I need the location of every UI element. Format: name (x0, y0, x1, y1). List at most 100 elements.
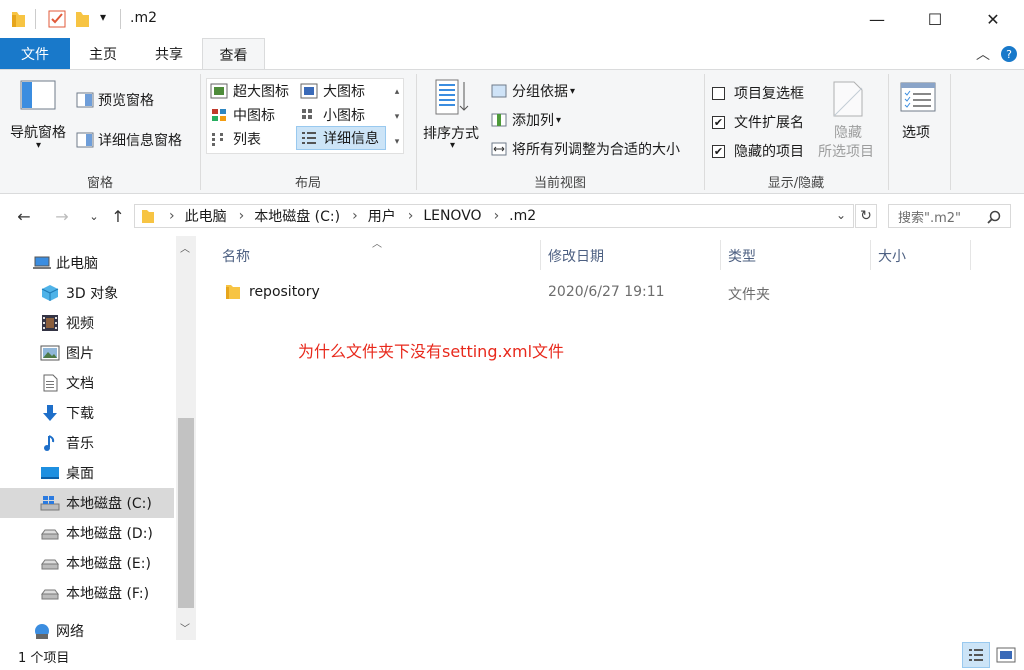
desktop-icon (41, 467, 59, 479)
group-by-button[interactable]: 分组依据 ▾ (490, 81, 575, 101)
layout-item-label: 大图标 (323, 84, 365, 100)
properties-icon[interactable] (48, 10, 66, 28)
file-name[interactable]: repository (249, 284, 320, 300)
breadcrumb-m2[interactable]: .m2 (509, 208, 536, 224)
recent-locations-chevron-icon[interactable]: ⌄ (82, 204, 106, 228)
column-header-modified[interactable]: 修改日期 (548, 246, 604, 266)
layout-item-label: 中图标 (233, 108, 275, 124)
group-separator (888, 74, 889, 190)
column-header-type[interactable]: 类型 (728, 246, 756, 266)
window-title: .m2 (130, 10, 157, 26)
up-button[interactable]: ↑ (106, 204, 130, 228)
sidebar-item-drive-f[interactable]: 本地磁盘 (F:) (0, 578, 176, 608)
column-header-name[interactable]: 名称 (222, 246, 250, 266)
options-label: 选项 (902, 125, 930, 141)
add-columns-button[interactable]: 添加列 ▾ (490, 110, 561, 130)
navigation-pane-button[interactable]: 导航窗格 ▾ (6, 80, 68, 160)
search-box[interactable]: 搜索".m2" (888, 204, 1011, 228)
details-view-button[interactable] (962, 642, 990, 668)
column-header-size[interactable]: 大小 (878, 246, 906, 266)
preview-pane-button[interactable]: 预览窗格 (76, 90, 154, 110)
hidden-items-checkbox[interactable]: ✔ (712, 144, 725, 158)
cube-icon (41, 285, 59, 301)
tab-share[interactable]: 共享 (136, 38, 202, 69)
medium-icons-icon (212, 109, 226, 121)
qat-dropdown-icon[interactable]: ▾ (100, 10, 106, 24)
group-by-icon (491, 84, 507, 98)
picture-icon (40, 345, 60, 361)
file-extensions-checkbox[interactable]: ✔ (712, 115, 725, 129)
options-button[interactable]: 选项 (894, 80, 942, 160)
sidebar-item-label: 文档 (66, 376, 94, 392)
file-extensions-toggle[interactable]: ✔ 文件扩展名 (712, 112, 804, 132)
breadcrumb-drive-c[interactable]: 本地磁盘 (C:) (254, 206, 340, 226)
layout-small-icons[interactable]: 小图标 (300, 105, 365, 125)
large-icons-view-button[interactable] (992, 642, 1020, 668)
sidebar-item-desktop[interactable]: 桌面 (0, 458, 176, 488)
sidebar-item-drive-e[interactable]: 本地磁盘 (E:) (0, 548, 176, 578)
qat-separator (35, 9, 36, 29)
folder-icon (226, 285, 240, 299)
tab-home[interactable]: 主页 (70, 38, 136, 69)
back-button[interactable]: ← (12, 204, 36, 228)
fit-columns-button[interactable]: 将所有列调整为合适的大小 (490, 139, 680, 159)
sidebar-item-label: 本地磁盘 (E:) (66, 556, 151, 572)
collapse-ribbon-icon[interactable]: ︿ (976, 44, 990, 64)
sidebar-item-label: 本地磁盘 (C:) (66, 496, 152, 512)
breadcrumb-users[interactable]: 用户 (368, 206, 396, 226)
sidebar-item-label: 图片 (66, 346, 94, 362)
item-checkboxes-checkbox[interactable] (712, 86, 725, 100)
title-bar: ▾ .m2 — ☐ ✕ (0, 0, 1024, 38)
sidebar-item-label: 本地磁盘 (D:) (66, 526, 153, 542)
scroll-up-icon[interactable]: ︿ (180, 240, 190, 255)
close-button[interactable]: ✕ (964, 0, 1022, 38)
column-separator[interactable] (970, 240, 971, 270)
column-separator[interactable] (870, 240, 871, 270)
column-separator[interactable] (540, 240, 541, 270)
sidebar-item-pictures[interactable]: 图片 (0, 338, 176, 368)
scroll-thumb[interactable] (178, 418, 194, 608)
scroll-down-icon[interactable]: ﹀ (180, 620, 190, 635)
panes-group-label: 窗格 (86, 176, 113, 191)
sidebar-item-3d-objects[interactable]: 3D 对象 (0, 278, 176, 308)
forward-button[interactable]: → (50, 204, 74, 228)
sort-by-button[interactable]: 排序方式 ▾ (420, 78, 486, 158)
sidebar-item-music[interactable]: 音乐 (0, 428, 176, 458)
help-icon[interactable]: ? (1000, 45, 1018, 63)
refresh-button[interactable]: ↻ (855, 204, 877, 228)
small-icons-icon (302, 109, 312, 119)
layout-large-icons[interactable]: 大图标 (300, 81, 365, 101)
details-pane-button[interactable]: 详细信息窗格 (76, 130, 182, 150)
sidebar-item-downloads[interactable]: 下载 (0, 398, 176, 428)
minimize-button[interactable]: — (848, 0, 906, 38)
music-icon (44, 435, 55, 451)
sidebar-item-videos[interactable]: 视频 (0, 308, 176, 338)
address-history-chevron-icon[interactable]: ⌄ (836, 208, 846, 222)
navigation-pane-label: 导航窗格 (10, 125, 66, 141)
tab-view[interactable]: 查看 (202, 38, 265, 70)
hide-selected-button[interactable]: 隐藏 所选项目 (814, 78, 884, 164)
hidden-items-toggle[interactable]: ✔ 隐藏的项目 (712, 141, 804, 161)
new-folder-icon[interactable] (74, 10, 90, 28)
layout-extra-large-icons[interactable]: 超大图标 (210, 81, 289, 101)
layout-details[interactable]: 详细信息 (296, 126, 386, 150)
breadcrumb-separator: › (352, 208, 358, 224)
tab-file[interactable]: 文件 (0, 38, 70, 69)
layout-medium-icons[interactable]: 中图标 (210, 105, 275, 125)
sidebar-item-drive-c[interactable]: 本地磁盘 (C:) (0, 488, 174, 518)
column-separator[interactable] (720, 240, 721, 270)
search-icon[interactable] (987, 210, 1001, 224)
breadcrumb-lenovo[interactable]: LENOVO (423, 208, 481, 224)
layout-list[interactable]: 列表 (210, 129, 261, 149)
details-pane-icon (76, 132, 94, 148)
sidebar-item-drive-d[interactable]: 本地磁盘 (D:) (0, 518, 176, 548)
nav-scrollbar[interactable]: ︿ ﹀ (176, 236, 196, 640)
breadcrumb-this-pc[interactable]: 此电脑 (185, 206, 227, 226)
sidebar-item-this-pc[interactable]: 此电脑 (0, 248, 176, 278)
item-checkboxes-toggle[interactable]: 项目复选框 (712, 83, 804, 103)
maximize-button[interactable]: ☐ (906, 0, 964, 38)
layout-gallery-scroll[interactable]: ▴ ▾ ▾ (390, 80, 404, 154)
sidebar-item-documents[interactable]: 文档 (0, 368, 176, 398)
folder-icon (142, 210, 154, 223)
address-bar[interactable]: › 此电脑 › 本地磁盘 (C:) › 用户 › LENOVO › .m2 (134, 204, 854, 228)
